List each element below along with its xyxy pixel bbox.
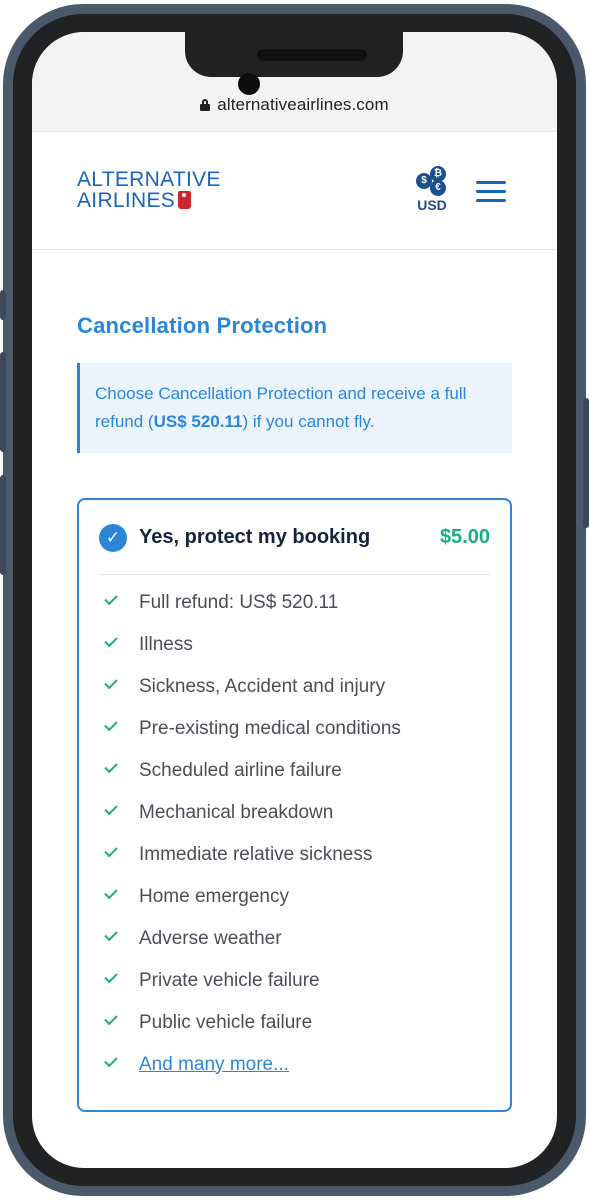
check-icon [104, 759, 118, 774]
info-refund-amount: US$ 520.11 [153, 412, 243, 431]
benefits-list: Full refund: US$ 520.11 Illness Sickness… [99, 591, 494, 1096]
benefit-item: Private vehicle failure [99, 969, 494, 1012]
benefit-text: Adverse weather [139, 928, 282, 949]
euro-coin-icon: € [430, 180, 446, 196]
volume-up-button [0, 352, 6, 452]
check-icon [104, 885, 118, 900]
divider [99, 574, 490, 575]
benefit-item: Public vehicle failure [99, 1011, 494, 1054]
benefit-text: Private vehicle failure [139, 970, 320, 991]
section-title: Cancellation Protection [77, 313, 328, 338]
info-box: Choose Cancellation Protection and recei… [77, 363, 512, 453]
benefit-text: Public vehicle failure [139, 1012, 313, 1033]
benefit-text: Home emergency [139, 886, 289, 907]
url-display[interactable]: alternativeairlines.com [32, 95, 557, 115]
benefit-item: And many more... [99, 1053, 494, 1096]
phone-screen: alternativeairlines.com ALTERNATIVE AIRL… [32, 32, 557, 1168]
check-icon [104, 843, 118, 858]
speaker-grille [257, 49, 367, 61]
front-camera [238, 73, 260, 95]
protection-option-card[interactable]: ✓ Yes, protect my booking $5.00 Full ref… [77, 498, 512, 1112]
check-icon [104, 717, 118, 732]
logo-text-line1: ALTERNATIVE [77, 168, 221, 191]
logo-text-line2: AIRLINES [77, 189, 176, 212]
check-icon [104, 969, 118, 984]
check-icon [104, 1053, 118, 1068]
lock-icon [200, 99, 211, 111]
benefit-item: Immediate relative sickness [99, 843, 494, 886]
mute-switch [0, 290, 6, 320]
more-benefits-link[interactable]: And many more... [139, 1054, 289, 1076]
benefit-item: Adverse weather [99, 927, 494, 970]
benefit-item: Scheduled airline failure [99, 759, 494, 802]
luggage-tag-icon [178, 191, 192, 209]
site-logo[interactable]: ALTERNATIVE AIRLINES [77, 169, 221, 211]
option-price: $5.00 [439, 526, 490, 548]
check-icon [104, 675, 118, 690]
benefit-item: Full refund: US$ 520.11 [99, 591, 494, 634]
check-icon [104, 1011, 118, 1026]
site-header: ALTERNATIVE AIRLINES $ ₿ € USD [32, 132, 557, 250]
check-icon [104, 801, 118, 816]
benefit-text: Immediate relative sickness [139, 844, 373, 865]
volume-down-button [0, 475, 6, 575]
benefit-text: Pre-existing medical conditions [139, 718, 401, 739]
benefit-text: Illness [139, 634, 193, 655]
check-icon [104, 633, 118, 648]
option-label: Yes, protect my booking [139, 526, 371, 548]
benefit-item: Home emergency [99, 885, 494, 928]
url-text: alternativeairlines.com [217, 95, 389, 114]
benefit-text: Mechanical breakdown [139, 802, 334, 823]
benefit-item: Illness [99, 633, 494, 676]
currency-selector[interactable]: $ ₿ € USD [412, 166, 452, 213]
benefit-item: Pre-existing medical conditions [99, 717, 494, 760]
check-icon [104, 591, 118, 606]
benefit-text: Sickness, Accident and injury [139, 676, 386, 697]
selected-check-icon[interactable]: ✓ [99, 524, 127, 552]
benefit-item: Mechanical breakdown [99, 801, 494, 844]
check-icon [104, 927, 118, 942]
currency-code: USD [417, 197, 447, 213]
benefit-text: Full refund: US$ 520.11 [139, 592, 339, 613]
currency-coins-icon: $ ₿ € [415, 166, 449, 196]
benefit-item: Sickness, Accident and injury [99, 675, 494, 718]
option-header[interactable]: ✓ Yes, protect my booking $5.00 [79, 500, 510, 574]
info-text-suffix: ) if you cannot fly. [242, 412, 375, 431]
power-button [583, 398, 589, 528]
benefit-text: Scheduled airline failure [139, 760, 342, 781]
hamburger-menu-icon[interactable] [476, 181, 506, 203]
